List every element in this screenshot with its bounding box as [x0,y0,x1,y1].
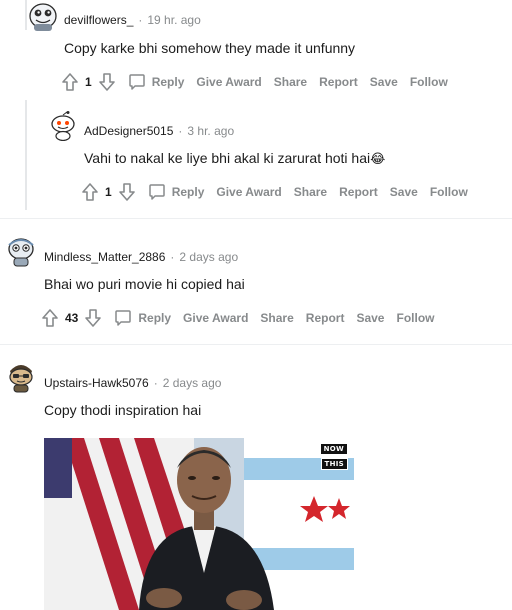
upvote-icon[interactable] [81,182,99,202]
save-button[interactable]: Save [370,75,398,89]
follow-button[interactable]: Follow [410,75,448,89]
separator: · [153,376,158,390]
upvote-icon[interactable] [41,308,59,328]
reply-bubble-icon [148,184,165,200]
gif-image[interactable]: NOW THIS [44,438,354,610]
avatar[interactable] [6,237,36,267]
save-button[interactable]: Save [390,185,418,199]
comment-actions: 1 Reply Give Award Share Report Save Fol… [61,71,448,93]
timestamp[interactable]: 2 days ago [163,376,222,390]
divider [0,344,512,345]
save-button[interactable]: Save [356,311,384,325]
timestamp[interactable]: 19 hr. ago [147,13,200,27]
timestamp[interactable]: 2 days ago [179,250,238,264]
report-button[interactable]: Report [306,311,345,325]
avatar[interactable] [28,2,58,32]
thread-line[interactable] [25,0,27,30]
comment-text: Copy thodi inspiration hai [44,402,202,418]
vote-score: 1 [105,185,112,199]
share-button[interactable]: Share [274,75,307,89]
comment-meta: AdDesigner5015 · 3 hr. ago [84,124,234,138]
reply-bubble-icon [115,310,132,326]
comment-actions: 43 Reply Give Award Share Report Save Fo… [41,307,434,329]
comment-actions: 1 Reply Give Award Share Report Save Fol… [81,181,468,203]
follow-button[interactable]: Follow [430,185,468,199]
comment-meta: Upstairs-Hawk5076 · 2 days ago [44,376,221,390]
comment-text: Copy karke bhi somehow they made it unfu… [64,40,356,56]
reply-label: Reply [151,75,185,89]
username[interactable]: Upstairs-Hawk5076 [44,376,149,390]
separator: · [138,13,143,27]
downvote-icon[interactable] [84,308,102,328]
vote-score: 43 [65,311,79,325]
gif-badge-now: NOW [319,443,348,455]
comment-text: Vahi to nakal ke liye bhi akal ki zarura… [84,150,385,167]
reply-button[interactable]: Reply [128,73,185,91]
report-button[interactable]: Report [339,185,378,199]
vote-score: 1 [85,75,92,89]
avatar[interactable] [6,363,36,393]
give-award-button[interactable]: Give Award [196,75,261,89]
avatar[interactable] [48,111,78,141]
reply-button[interactable]: Reply [148,183,205,201]
laughing-emoji-icon: 😂 [370,151,386,166]
gif-badge-this: THIS [320,458,348,470]
give-award-button[interactable]: Give Award [183,311,248,325]
username[interactable]: devilflowers_ [64,13,133,27]
follow-button[interactable]: Follow [396,311,434,325]
comment-meta: Mindless_Matter_2886 · 2 days ago [44,250,238,264]
share-button[interactable]: Share [260,311,293,325]
downvote-icon[interactable] [98,72,116,92]
report-button[interactable]: Report [319,75,358,89]
reply-label: Reply [171,185,205,199]
downvote-icon[interactable] [118,182,136,202]
reply-button[interactable]: Reply [114,309,171,327]
reply-bubble-icon [128,74,145,90]
thread-line[interactable] [25,100,27,210]
separator: · [178,124,183,138]
username[interactable]: AdDesigner5015 [84,124,173,138]
separator: · [170,250,175,264]
gif-scene [44,438,354,610]
give-award-button[interactable]: Give Award [216,185,281,199]
username[interactable]: Mindless_Matter_2886 [44,250,165,264]
comment-meta: devilflowers_ · 19 hr. ago [64,13,201,27]
upvote-icon[interactable] [61,72,79,92]
share-button[interactable]: Share [294,185,327,199]
divider [0,218,512,219]
reply-label: Reply [138,311,172,325]
comment-text-content: Vahi to nakal ke liye bhi akal ki zarura… [84,150,371,166]
comment-text: Bhai wo puri movie hi copied hai [44,276,245,292]
timestamp[interactable]: 3 hr. ago [187,124,234,138]
